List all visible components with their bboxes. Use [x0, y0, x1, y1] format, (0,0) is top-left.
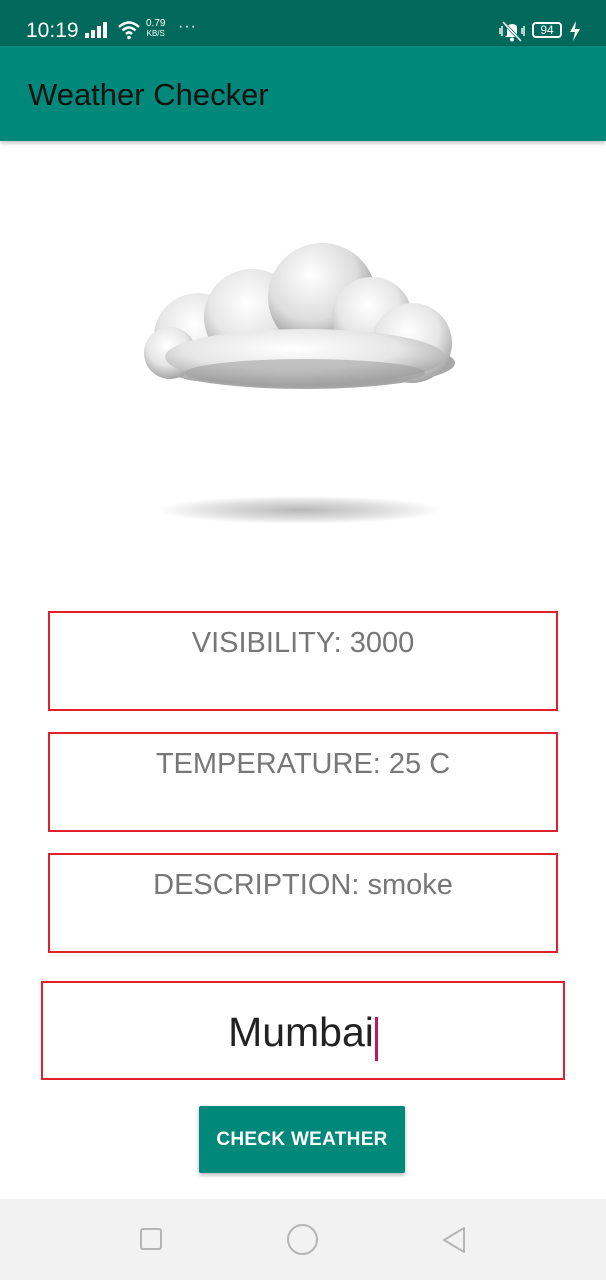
recent-apps-icon[interactable]: [140, 1228, 162, 1250]
temperature-text: TEMPERATURE: 25 C: [155, 748, 451, 780]
description-text: DESCRIPTION: smoke: [153, 869, 453, 901]
home-icon[interactable]: [287, 1224, 318, 1255]
navigation-bar: [0, 1199, 606, 1280]
city-input-value[interactable]: Mumbai: [228, 1009, 374, 1056]
more-notifications-icon: ···: [178, 18, 197, 35]
screen: 10:19 0.79 KB/S ··· 94 Weather Checker V…: [0, 0, 606, 1280]
visibility-text: VISIBILITY: 3000: [191, 627, 415, 659]
network-speed-unit: KB/S: [146, 29, 165, 38]
text-cursor: [374, 1016, 378, 1061]
description-box: DESCRIPTION: smoke: [48, 853, 558, 953]
status-bar: 10:19 0.79 KB/S ··· 94: [0, 0, 606, 46]
back-icon[interactable]: [440, 1225, 468, 1255]
city-input[interactable]: Mumbai: [41, 981, 565, 1080]
cloud-shadow: [160, 496, 440, 524]
network-speed-value: 0.79: [146, 18, 166, 29]
mute-icon: [499, 20, 525, 42]
status-time: 10:19: [26, 19, 79, 42]
cloud-icon: [144, 243, 455, 389]
visibility-box: VISIBILITY: 3000: [48, 611, 558, 711]
network-speed: 0.79 KB/S: [146, 19, 165, 39]
app-title: Weather Checker: [28, 77, 269, 112]
charging-icon: [570, 21, 580, 41]
app-bar: Weather Checker: [0, 46, 606, 141]
check-weather-button[interactable]: CHECK WEATHER: [199, 1106, 405, 1173]
battery-icon: 94: [532, 22, 562, 38]
temperature-box: TEMPERATURE: 25 C: [48, 732, 558, 832]
signal-icon: [85, 22, 107, 38]
wifi-icon: [118, 21, 140, 40]
